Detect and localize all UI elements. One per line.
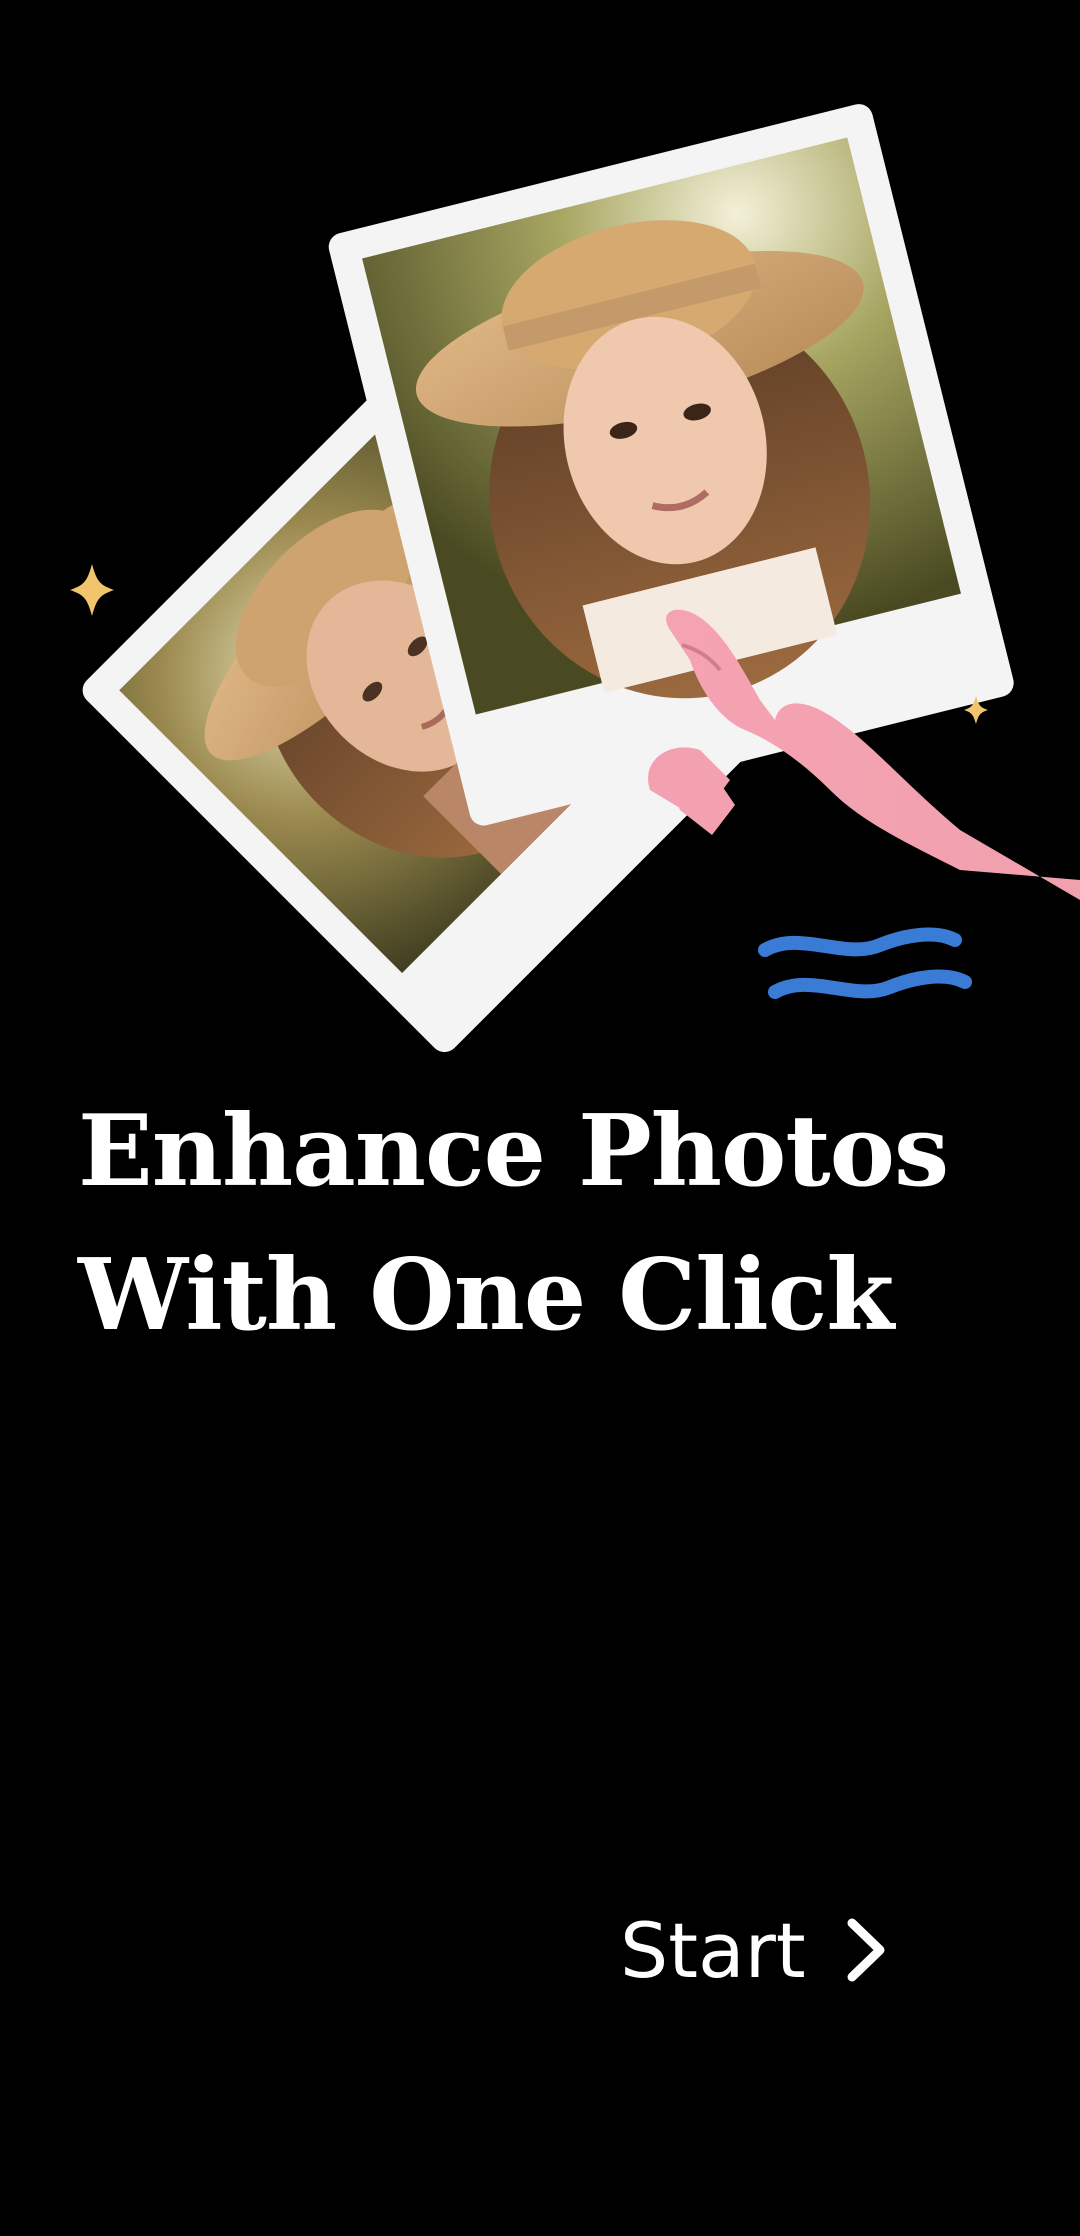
start-label: Start [620, 1905, 806, 1995]
chevron-right-icon [847, 1918, 885, 1982]
hero-illustration [70, 104, 1080, 1100]
headline-line-1: Enhance Photos [78, 1094, 949, 1209]
waves-decoration [758, 927, 972, 999]
sparkle-icon [70, 564, 114, 616]
headline-line-2: With One Click [78, 1238, 894, 1353]
start-button[interactable]: Start [620, 1900, 920, 2000]
onboarding-headline: Enhance Photos With One Click [78, 1080, 949, 1368]
